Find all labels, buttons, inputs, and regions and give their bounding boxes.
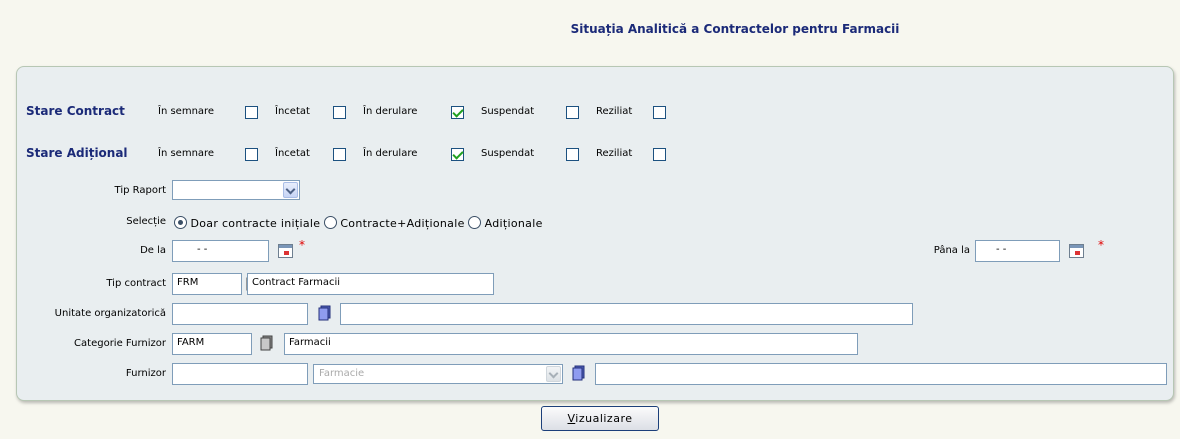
sa-in-derulare-label: În derulare [363, 148, 418, 159]
vizualizare-button[interactable]: Vizualizare [541, 406, 659, 431]
calendar-icon[interactable] [1069, 244, 1084, 258]
sc-incetat-checkbox[interactable] [333, 106, 346, 119]
lookup-book-icon[interactable] [318, 305, 332, 321]
tip-raport-select[interactable] [172, 180, 300, 200]
furnizor-type-select: Farmacie [313, 364, 563, 384]
pana-la-label: Pâna la [933, 245, 970, 256]
furnizor-type-value: Farmacie [319, 368, 365, 379]
sc-suspendat-label: Suspendat [481, 106, 535, 117]
sa-incetat-checkbox[interactable] [333, 148, 346, 161]
sc-reziliat-label: Reziliat [596, 106, 633, 117]
sa-in-derulare-checkbox[interactable] [451, 148, 464, 161]
sc-in-semnare-label: În semnare [158, 106, 215, 117]
sa-suspendat-label: Suspendat [481, 148, 535, 159]
radio-contracte-aditionale[interactable] [323, 216, 337, 229]
radio-doar-contracte-label: Doar contracte inițiale [190, 217, 321, 230]
categorie-name-input[interactable]: Farmacii [284, 333, 858, 355]
unitate-name-input[interactable] [340, 303, 913, 325]
stare-aditional-label: Stare Adițional [26, 146, 128, 160]
chevron-down-icon [283, 182, 298, 198]
sa-reziliat-label: Reziliat [596, 148, 633, 159]
unitate-code-input[interactable] [172, 303, 308, 325]
tip-contract-code-input[interactable]: FRM [172, 273, 242, 295]
sa-suspendat-checkbox[interactable] [566, 148, 579, 161]
page-title: Situația Analitică a Contractelor pentru… [570, 22, 900, 36]
sc-in-derulare-checkbox[interactable] [451, 106, 464, 119]
sa-incetat-label: Încetat [275, 148, 310, 159]
selectie-radio-group: Doar contracte inițiale Contracte+Adițio… [174, 216, 543, 230]
pana-la-date-input[interactable]: - - [975, 240, 1060, 262]
lookup-book-icon[interactable] [260, 335, 274, 351]
sc-suspendat-checkbox[interactable] [566, 106, 579, 119]
calendar-icon[interactable] [278, 244, 293, 258]
required-star: * [299, 238, 305, 252]
sc-in-derulare-label: În derulare [363, 106, 418, 117]
sc-in-semnare-checkbox[interactable] [245, 106, 258, 119]
tip-raport-label: Tip Raport [114, 185, 166, 196]
furnizor-code-input[interactable] [172, 363, 308, 385]
tip-contract-name-input[interactable]: Contract Farmacii [247, 273, 494, 295]
radio-aditionale-label: Adiționale [484, 217, 543, 230]
sa-in-semnare-label: În semnare [158, 148, 215, 159]
sa-reziliat-checkbox[interactable] [653, 148, 666, 161]
chevron-down-icon [546, 366, 561, 382]
required-star: * [1098, 238, 1104, 252]
stare-contract-label: Stare Contract [26, 104, 125, 118]
furnizor-name-input[interactable] [595, 363, 1167, 385]
categorie-label: Categorie Furnizor [74, 338, 166, 349]
vizualizare-label: izualizare [575, 412, 633, 425]
radio-aditionale[interactable] [468, 216, 482, 229]
furnizor-label: Furnizor [125, 368, 166, 379]
sc-incetat-label: Încetat [275, 106, 310, 117]
de-la-date-input[interactable]: - - [172, 240, 269, 262]
selectie-label: Selecție [126, 216, 166, 227]
sa-in-semnare-checkbox[interactable] [245, 148, 258, 161]
radio-doar-contracte[interactable] [174, 216, 187, 229]
sc-reziliat-checkbox[interactable] [653, 106, 666, 119]
lookup-book-icon[interactable] [572, 365, 586, 381]
de-la-label: De la [140, 245, 166, 256]
tip-contract-label: Tip contract [106, 278, 166, 289]
radio-contracte-aditionale-label: Contracte+Adiționale [340, 217, 465, 230]
unitate-label: Unitate organizatorică [54, 308, 166, 319]
categorie-code-input[interactable]: FARM [172, 333, 252, 355]
